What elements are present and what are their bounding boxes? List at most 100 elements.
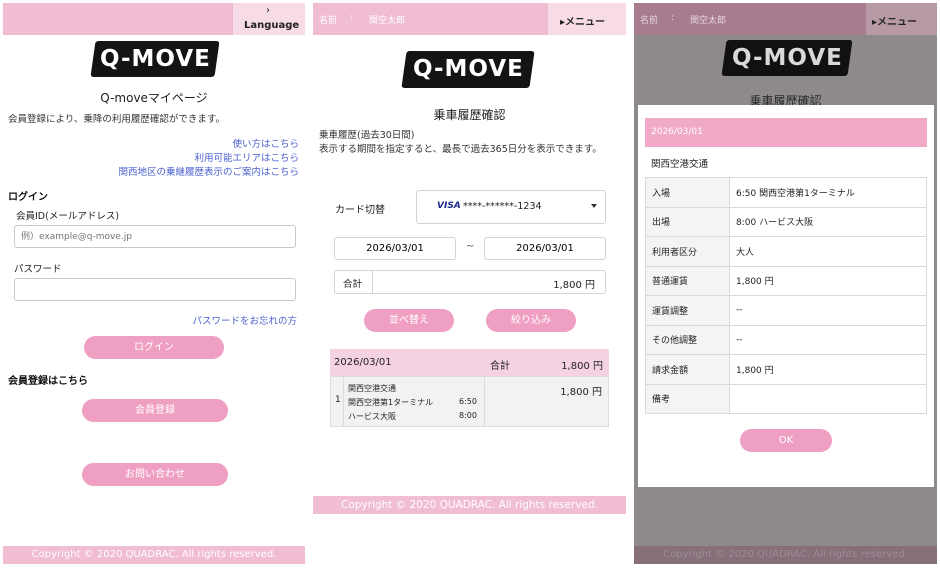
- kansai-transfer-info-link[interactable]: 関西地区の乗継履歴表示のご案内はこちら: [118, 164, 299, 178]
- language-label: Language: [244, 20, 300, 31]
- detail-row-normal-fare: 普通運賃 1,800 円: [645, 265, 927, 296]
- row-label: 入場: [645, 177, 730, 208]
- page-description: 会員登録により、乗降の利用履歴確認ができます。: [8, 114, 225, 125]
- menu-button[interactable]: ▸メニュー: [866, 3, 937, 35]
- name-label: 名前: [319, 16, 338, 26]
- register-section-heading: 会員登録はこちら: [8, 376, 88, 387]
- menu-button[interactable]: ▸メニュー: [548, 3, 626, 35]
- detail-row-user-type: 利用者区分 大人: [645, 236, 927, 267]
- visa-icon: VISA: [437, 201, 461, 211]
- date-from-value: 2026/03/01: [366, 243, 424, 254]
- page-title: 乗車履歴確認: [433, 108, 506, 122]
- row-label: 運賃調整: [645, 295, 730, 326]
- record-from-time: 6:50: [459, 397, 477, 406]
- detail-row-other-adjust: その他調整 --: [645, 324, 927, 355]
- sort-button[interactable]: 並べ替え: [364, 309, 454, 332]
- available-area-link[interactable]: 利用可能エリアはこちら: [194, 150, 299, 164]
- row-label: 普通運賃: [645, 265, 730, 296]
- record-index-divider: [343, 377, 344, 426]
- password-input[interactable]: [14, 278, 296, 301]
- detail-table: 入場 6:50 関西空港第1ターミナル 出場 8:00 ハービス大阪 利用者区分 大人…: [645, 177, 927, 414]
- detail-company: 関西空港交通: [651, 159, 709, 170]
- detail-date-header: 2026/03/01: [645, 118, 927, 147]
- record-from-station: 関西空港第1ターミナル: [348, 398, 434, 407]
- user-name: 関空太郎: [690, 16, 727, 26]
- name-separator: :: [350, 13, 354, 23]
- record-index: 1: [335, 395, 341, 405]
- login-button[interactable]: ログイン: [84, 336, 224, 359]
- card-number: ****-******-1234: [463, 201, 542, 212]
- record-fare: 1,800 円: [560, 387, 602, 398]
- login-screen: › Language Q-MOVE Q-moveマイページ 会員登録により、乗降…: [3, 3, 305, 564]
- card-switch-label: カード切替: [335, 205, 385, 216]
- forgot-password-link[interactable]: パスワードをお忘れの方: [192, 313, 297, 327]
- copyright-text: Copyright © 2020 QUADRAC. All rights res…: [31, 549, 277, 560]
- password-label: パスワード: [14, 264, 62, 275]
- copyright-text: Copyright © 2020 QUADRAC. All rights res…: [341, 499, 598, 511]
- record-to-station: ハービス大阪: [348, 412, 396, 421]
- result-date: 2026/03/01: [334, 357, 392, 368]
- detail-row-exit: 出場 8:00 ハービス大阪: [645, 206, 927, 237]
- q-move-logo: Q-MOVE: [721, 40, 853, 76]
- name-separator: :: [671, 13, 675, 23]
- detail-row-billed-amount: 請求金額 1,800 円: [645, 354, 927, 385]
- contact-button[interactable]: お問い合わせ: [82, 463, 228, 486]
- history-record-row[interactable]: 1 関西空港交通 関西空港第1ターミナル 6:50 ハービス大阪 8:00 1,…: [330, 376, 609, 427]
- chevron-right-icon: ›: [266, 5, 270, 16]
- record-to-time: 8:00: [459, 411, 477, 420]
- language-button[interactable]: › Language: [232, 3, 305, 35]
- footer: Copyright © 2020 QUADRAC. All rights res…: [3, 546, 305, 564]
- result-total-value: 1,800 円: [561, 361, 603, 372]
- q-move-logo: Q-MOVE: [401, 51, 535, 88]
- total-label: 合計: [343, 279, 363, 290]
- row-label: 利用者区分: [645, 236, 730, 267]
- detail-row-entry: 入場 6:50 関西空港第1ターミナル: [645, 177, 927, 208]
- row-label: 出場: [645, 206, 730, 237]
- period-title: 乗車履歴(過去30日間): [319, 130, 415, 141]
- ok-button[interactable]: OK: [740, 429, 832, 452]
- row-value: 1,800 円: [729, 265, 927, 296]
- row-label: 備考: [645, 383, 730, 414]
- date-from-input[interactable]: 2026/03/01: [334, 237, 456, 260]
- date-separator: ~: [466, 241, 475, 252]
- q-move-logo: Q-MOVE: [90, 41, 220, 77]
- period-description: 表示する期間を指定すると、最長で過去365日分を表示できます。: [319, 144, 602, 155]
- result-header: 2026/03/01 合計 1,800 円: [330, 349, 609, 376]
- history-screen: 名前 : 関空太郎 ▸メニュー Q-MOVE 乗車履歴確認 乗車履歴(過去30日…: [313, 3, 626, 564]
- record-company: 関西空港交通: [348, 384, 396, 393]
- row-value: --: [729, 324, 927, 355]
- footer: Copyright © 2020 QUADRAC. All rights res…: [634, 546, 937, 564]
- chevron-down-icon: [591, 204, 597, 208]
- total-value: 1,800 円: [553, 280, 595, 291]
- row-value: 1,800 円: [729, 354, 927, 385]
- date-to-value: 2026/03/01: [516, 243, 574, 254]
- row-label: 請求金額: [645, 354, 730, 385]
- row-value: 大人: [729, 236, 927, 267]
- row-value: --: [729, 295, 927, 326]
- register-button[interactable]: 会員登録: [82, 399, 228, 422]
- filter-button[interactable]: 絞り込み: [486, 309, 576, 332]
- card-select[interactable]: VISA ****-******-1234: [416, 190, 606, 224]
- detail-modal: 2026/03/01 関西空港交通 入場 6:50 関西空港第1ターミナル 出場 8…: [638, 105, 934, 487]
- login-section-heading: ログイン: [8, 192, 48, 203]
- total-divider: [372, 271, 373, 293]
- detail-screen: 名前 : 関空太郎 ▸メニュー Q-MOVE 乗車履歴確認 2026/03/01…: [634, 3, 937, 564]
- footer: Copyright © 2020 QUADRAC. All rights res…: [313, 496, 626, 514]
- row-value: 8:00 ハービス大阪: [729, 206, 927, 237]
- how-to-use-link[interactable]: 使い方はこちら: [232, 136, 299, 150]
- row-value: 6:50 関西空港第1ターミナル: [729, 177, 927, 208]
- detail-row-remarks: 備考: [645, 383, 927, 414]
- detail-row-fare-adjust: 運賃調整 --: [645, 295, 927, 326]
- date-to-input[interactable]: 2026/03/01: [484, 237, 606, 260]
- member-id-input[interactable]: [14, 225, 296, 248]
- member-id-label: 会員ID(メールアドレス): [16, 211, 120, 222]
- menu-label: ▸メニュー: [872, 17, 918, 28]
- total-box: 合計 1,800 円: [334, 270, 606, 294]
- name-label: 名前: [640, 16, 659, 26]
- user-name: 関空太郎: [369, 16, 406, 26]
- page-title: Q-moveマイページ: [100, 91, 208, 105]
- menu-label: ▸メニュー: [560, 17, 606, 28]
- result-total-label: 合計: [490, 361, 510, 372]
- copyright-text: Copyright © 2020 QUADRAC. All rights res…: [663, 549, 908, 560]
- row-value: [729, 383, 927, 414]
